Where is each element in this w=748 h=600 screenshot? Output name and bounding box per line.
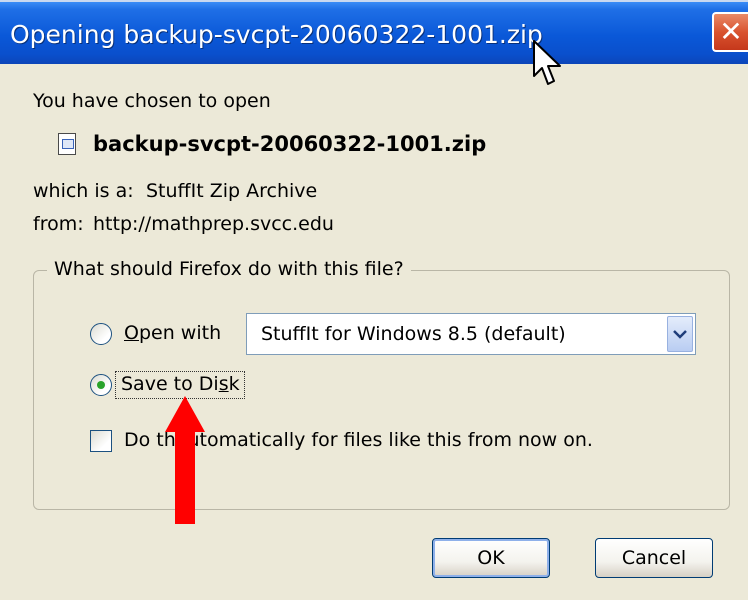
file-type-label: which is a: <box>33 180 134 202</box>
file-source-url: http://mathprep.svcc.edu <box>93 213 334 235</box>
chevron-down-icon[interactable] <box>667 316 693 352</box>
save-to-disk-radio[interactable] <box>90 374 112 396</box>
intro-text: You have chosen to open <box>33 90 271 112</box>
ok-button[interactable]: OK <box>432 538 550 578</box>
archive-file-icon <box>58 133 76 155</box>
close-icon: ✕ <box>719 15 743 48</box>
mouse-pointer-icon <box>533 40 563 94</box>
selected-application: StuffIt for Windows 8.5 (default) <box>261 323 566 345</box>
red-arrow-annotation <box>165 396 205 524</box>
close-button[interactable]: ✕ <box>712 12 748 52</box>
auto-action-checkbox[interactable] <box>90 430 112 452</box>
file-source-label: from: <box>33 213 84 235</box>
file-type-value: StuffIt Zip Archive <box>146 180 318 202</box>
title-bar[interactable]: Opening backup-svcpt-20060322-1001.zip ✕ <box>0 0 748 64</box>
open-with-label[interactable]: Open with <box>124 322 221 344</box>
cancel-button[interactable]: Cancel <box>595 538 713 578</box>
action-group-legend: What should Firefox do with this file? <box>47 258 411 280</box>
file-name: backup-svcpt-20060322-1001.zip <box>93 132 487 156</box>
file-open-dialog: Opening backup-svcpt-20060322-1001.zip ✕… <box>0 0 748 600</box>
dialog-title: Opening backup-svcpt-20060322-1001.zip <box>10 20 543 49</box>
save-to-disk-label[interactable]: Save to Disk <box>121 373 240 395</box>
open-with-application-select[interactable]: StuffIt for Windows 8.5 (default) <box>246 313 696 355</box>
open-with-radio[interactable] <box>90 323 112 345</box>
